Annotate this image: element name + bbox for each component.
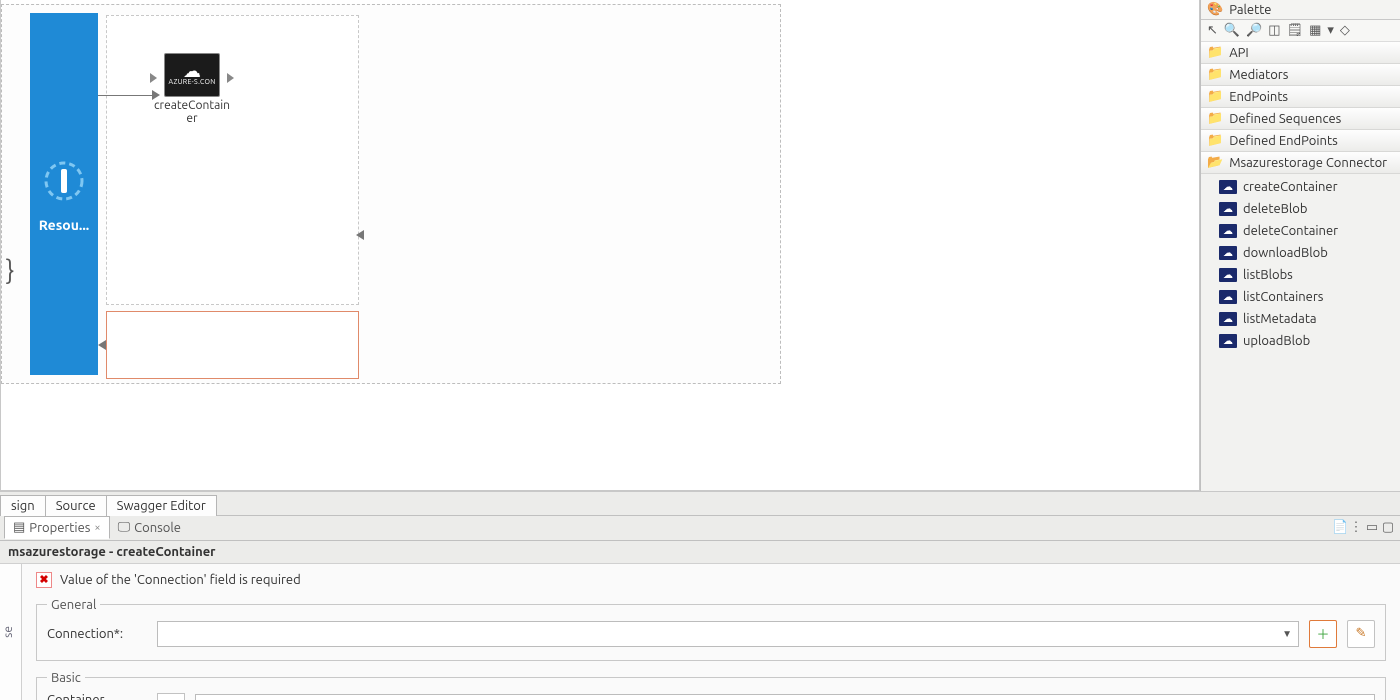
tab-design[interactable]: sign bbox=[0, 495, 46, 516]
close-icon[interactable]: × bbox=[94, 522, 100, 534]
chevron-down-icon: ▼ bbox=[1282, 628, 1292, 640]
connector-icon bbox=[1219, 334, 1237, 348]
palette-item-deleteblob[interactable]: deleteBlob bbox=[1215, 198, 1400, 220]
properties-icon: ▤ bbox=[13, 520, 25, 535]
select-tool-icon[interactable]: ↖ bbox=[1207, 23, 1218, 38]
folder-icon: 📁 bbox=[1207, 45, 1223, 60]
properties-side-tab[interactable]: se bbox=[0, 564, 22, 700]
mediator-createcontainer[interactable]: ☁ AZURE-S.CON createContainer bbox=[152, 53, 232, 125]
palette-folder-api[interactable]: 📁API bbox=[1201, 42, 1400, 64]
expression-button[interactable]: Ex bbox=[157, 693, 185, 700]
palette-folder-msazurestorage[interactable]: 📂Msazurestorage Connector bbox=[1201, 152, 1400, 174]
folder-icon: 📁 bbox=[1207, 67, 1223, 82]
new-view-icon[interactable]: 📄 bbox=[1332, 520, 1348, 535]
container-name-label: Container name*: bbox=[47, 693, 147, 700]
group-general: General Connection*: ▼ ＋ ✎ bbox=[36, 598, 1386, 661]
connector-icon bbox=[1219, 202, 1237, 216]
mediator-label: createContainer bbox=[152, 99, 232, 125]
palette-items: createContainer deleteBlob deleteContain… bbox=[1201, 174, 1400, 354]
group-basic-legend: Basic bbox=[47, 671, 85, 685]
maximize-icon[interactable]: ▢ bbox=[1380, 520, 1396, 535]
minimize-icon[interactable]: ▭ bbox=[1364, 520, 1380, 535]
connector-icon bbox=[1219, 290, 1237, 304]
chevron-down-icon[interactable]: ▾ bbox=[1327, 23, 1334, 38]
design-canvas[interactable]: } Resou... ☁ AZURE-S.CON bbox=[0, 0, 1200, 491]
palette-folder-mediators[interactable]: 📁Mediators bbox=[1201, 64, 1400, 86]
palette-folder-defined-sequences[interactable]: 📁Defined Sequences bbox=[1201, 108, 1400, 130]
fault-sequence-box[interactable] bbox=[106, 311, 359, 379]
connector-icon bbox=[1219, 180, 1237, 194]
editor-tabstrip: sign Source Swagger Editor bbox=[0, 491, 1400, 515]
folder-icon: 📁 bbox=[1207, 111, 1223, 126]
flow-connector bbox=[98, 95, 152, 96]
properties-view: se ✖ Value of the 'Connection' field is … bbox=[0, 564, 1400, 700]
palette-item-createcontainer[interactable]: createContainer bbox=[1215, 176, 1400, 198]
palette-panel: 🎨 Palette ↖ 🔍 🔎 ◫ 🗒 ▦ ▾ ◇ 📁API 📁Mediator… bbox=[1200, 0, 1400, 491]
resource-label: Resou... bbox=[39, 217, 90, 233]
view-menu-icon[interactable]: ⋮ bbox=[1348, 520, 1364, 535]
tab-console[interactable]: 🖵 Console bbox=[110, 517, 189, 538]
tab-swagger[interactable]: Swagger Editor bbox=[107, 495, 217, 516]
properties-title: msazurestorage - createContainer bbox=[0, 541, 1400, 564]
input-port[interactable] bbox=[150, 73, 157, 83]
palette-folder-defined-endpoints[interactable]: 📁Defined EndPoints bbox=[1201, 130, 1400, 152]
edit-connection-button[interactable]: ✎ bbox=[1347, 620, 1375, 648]
marquee-icon[interactable]: ◫ bbox=[1268, 23, 1280, 38]
views-tabstrip: ▤ Properties × 🖵 Console 📄 ⋮ ▭ ▢ bbox=[0, 515, 1400, 541]
palette-item-deletecontainer[interactable]: deleteContainer bbox=[1215, 220, 1400, 242]
output-port[interactable] bbox=[227, 73, 234, 83]
connection-combo[interactable]: ▼ bbox=[157, 621, 1299, 647]
console-icon: 🖵 bbox=[118, 520, 131, 535]
tab-source[interactable]: Source bbox=[46, 495, 107, 516]
folder-icon: 📁 bbox=[1207, 89, 1223, 104]
validation-error: ✖ Value of the 'Connection' field is req… bbox=[36, 572, 1386, 588]
connector-icon bbox=[1219, 246, 1237, 260]
palette-item-listcontainers[interactable]: listContainers bbox=[1215, 286, 1400, 308]
grid-icon[interactable]: ▦ bbox=[1309, 23, 1321, 38]
azure-connector-icon: ☁ AZURE-S.CON bbox=[164, 53, 220, 97]
folder-icon: 📁 bbox=[1207, 133, 1223, 148]
zoom-out-icon[interactable]: 🔎 bbox=[1246, 23, 1262, 38]
connection-label: Connection*: bbox=[47, 627, 147, 641]
error-icon: ✖ bbox=[36, 572, 52, 588]
group-basic: Basic Container name*: Ex bbox=[36, 671, 1386, 700]
tab-properties[interactable]: ▤ Properties × bbox=[4, 516, 110, 539]
container-name-input[interactable] bbox=[195, 694, 1375, 700]
diamond-icon[interactable]: ◇ bbox=[1340, 23, 1350, 38]
group-general-legend: General bbox=[47, 598, 100, 612]
palette-item-listmetadata[interactable]: listMetadata bbox=[1215, 308, 1400, 330]
note-icon[interactable]: 🗒 bbox=[1287, 23, 1304, 38]
palette-folder-endpoints[interactable]: 📁EndPoints bbox=[1201, 86, 1400, 108]
palette-item-listblobs[interactable]: listBlobs bbox=[1215, 264, 1400, 286]
connector-icon bbox=[1219, 224, 1237, 238]
fault-arrow-icon bbox=[98, 340, 106, 350]
palette-item-downloadblob[interactable]: downloadBlob bbox=[1215, 242, 1400, 264]
resource-block[interactable]: Resou... bbox=[30, 13, 98, 375]
palette-title: 🎨 Palette bbox=[1201, 0, 1400, 20]
add-connection-button[interactable]: ＋ bbox=[1309, 620, 1337, 648]
palette-item-uploadblob[interactable]: uploadBlob bbox=[1215, 330, 1400, 352]
in-sequence-box[interactable] bbox=[106, 15, 359, 305]
zoom-in-icon[interactable]: 🔍 bbox=[1224, 23, 1240, 38]
palette-toolbar: ↖ 🔍 🔎 ◫ 🗒 ▦ ▾ ◇ bbox=[1201, 20, 1400, 42]
brace-icon: } bbox=[6, 255, 14, 284]
connector-icon bbox=[1219, 312, 1237, 326]
connector-icon bbox=[1219, 268, 1237, 282]
gear-icon bbox=[38, 155, 90, 207]
palette-icon: 🎨 bbox=[1207, 2, 1223, 17]
resource-outline: } Resou... ☁ AZURE-S.CON bbox=[1, 4, 781, 384]
folder-open-icon: 📂 bbox=[1207, 155, 1223, 170]
